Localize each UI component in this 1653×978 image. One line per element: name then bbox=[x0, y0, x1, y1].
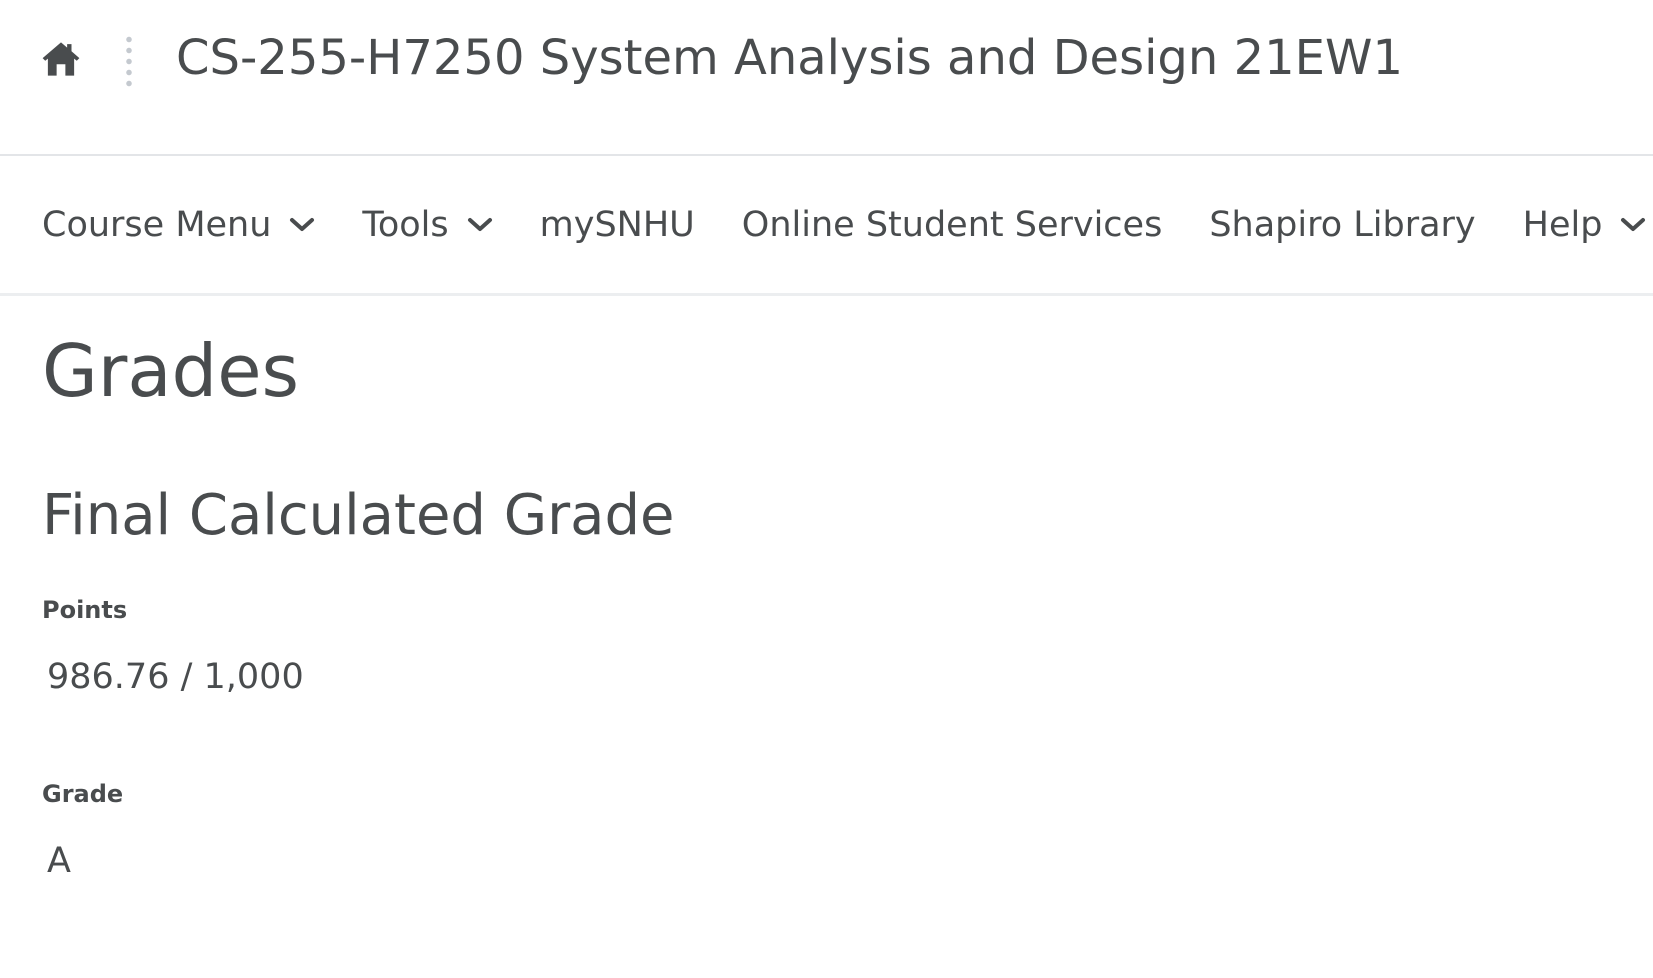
course-navbar: Course Menu Tools mySNHU Online Student … bbox=[0, 156, 1653, 296]
nav-online-student-services-label: Online Student Services bbox=[741, 204, 1163, 245]
nav-online-student-services[interactable]: Online Student Services bbox=[742, 195, 1163, 255]
nav-shapiro-library-label: Shapiro Library bbox=[1209, 204, 1476, 245]
course-title-link[interactable]: CS-255-H7250 System Analysis and Design … bbox=[176, 28, 1403, 88]
grade-label: Grade bbox=[42, 780, 124, 808]
course-header: CS-255-H7250 System Analysis and Design … bbox=[0, 0, 1653, 156]
points-label: Points bbox=[42, 596, 128, 624]
grades-content: Grades Final Calculated Grade Points 986… bbox=[0, 326, 1653, 883]
final-grade-heading: Final Calculated Grade bbox=[42, 483, 675, 548]
page-title: Grades bbox=[42, 329, 300, 413]
nav-tools-label: Tools bbox=[362, 204, 449, 245]
nav-mysnhu[interactable]: mySNHU bbox=[540, 195, 695, 255]
nav-help-label: Help bbox=[1522, 204, 1603, 245]
nav-shapiro-library[interactable]: Shapiro Library bbox=[1209, 195, 1475, 255]
chevron-down-icon bbox=[1621, 217, 1646, 231]
chevron-down-icon bbox=[467, 217, 492, 231]
header-separator bbox=[126, 34, 132, 88]
nav-course-menu[interactable]: Course Menu bbox=[42, 195, 315, 255]
home-icon[interactable] bbox=[40, 38, 82, 80]
points-value: 986.76 / 1,000 bbox=[47, 657, 304, 697]
grade-value: A bbox=[47, 841, 71, 881]
chevron-down-icon bbox=[290, 217, 315, 231]
nav-mysnhu-label: mySNHU bbox=[539, 204, 695, 245]
nav-tools[interactable]: Tools bbox=[362, 195, 492, 255]
nav-help[interactable]: Help bbox=[1523, 195, 1647, 255]
nav-course-menu-label: Course Menu bbox=[42, 204, 272, 245]
